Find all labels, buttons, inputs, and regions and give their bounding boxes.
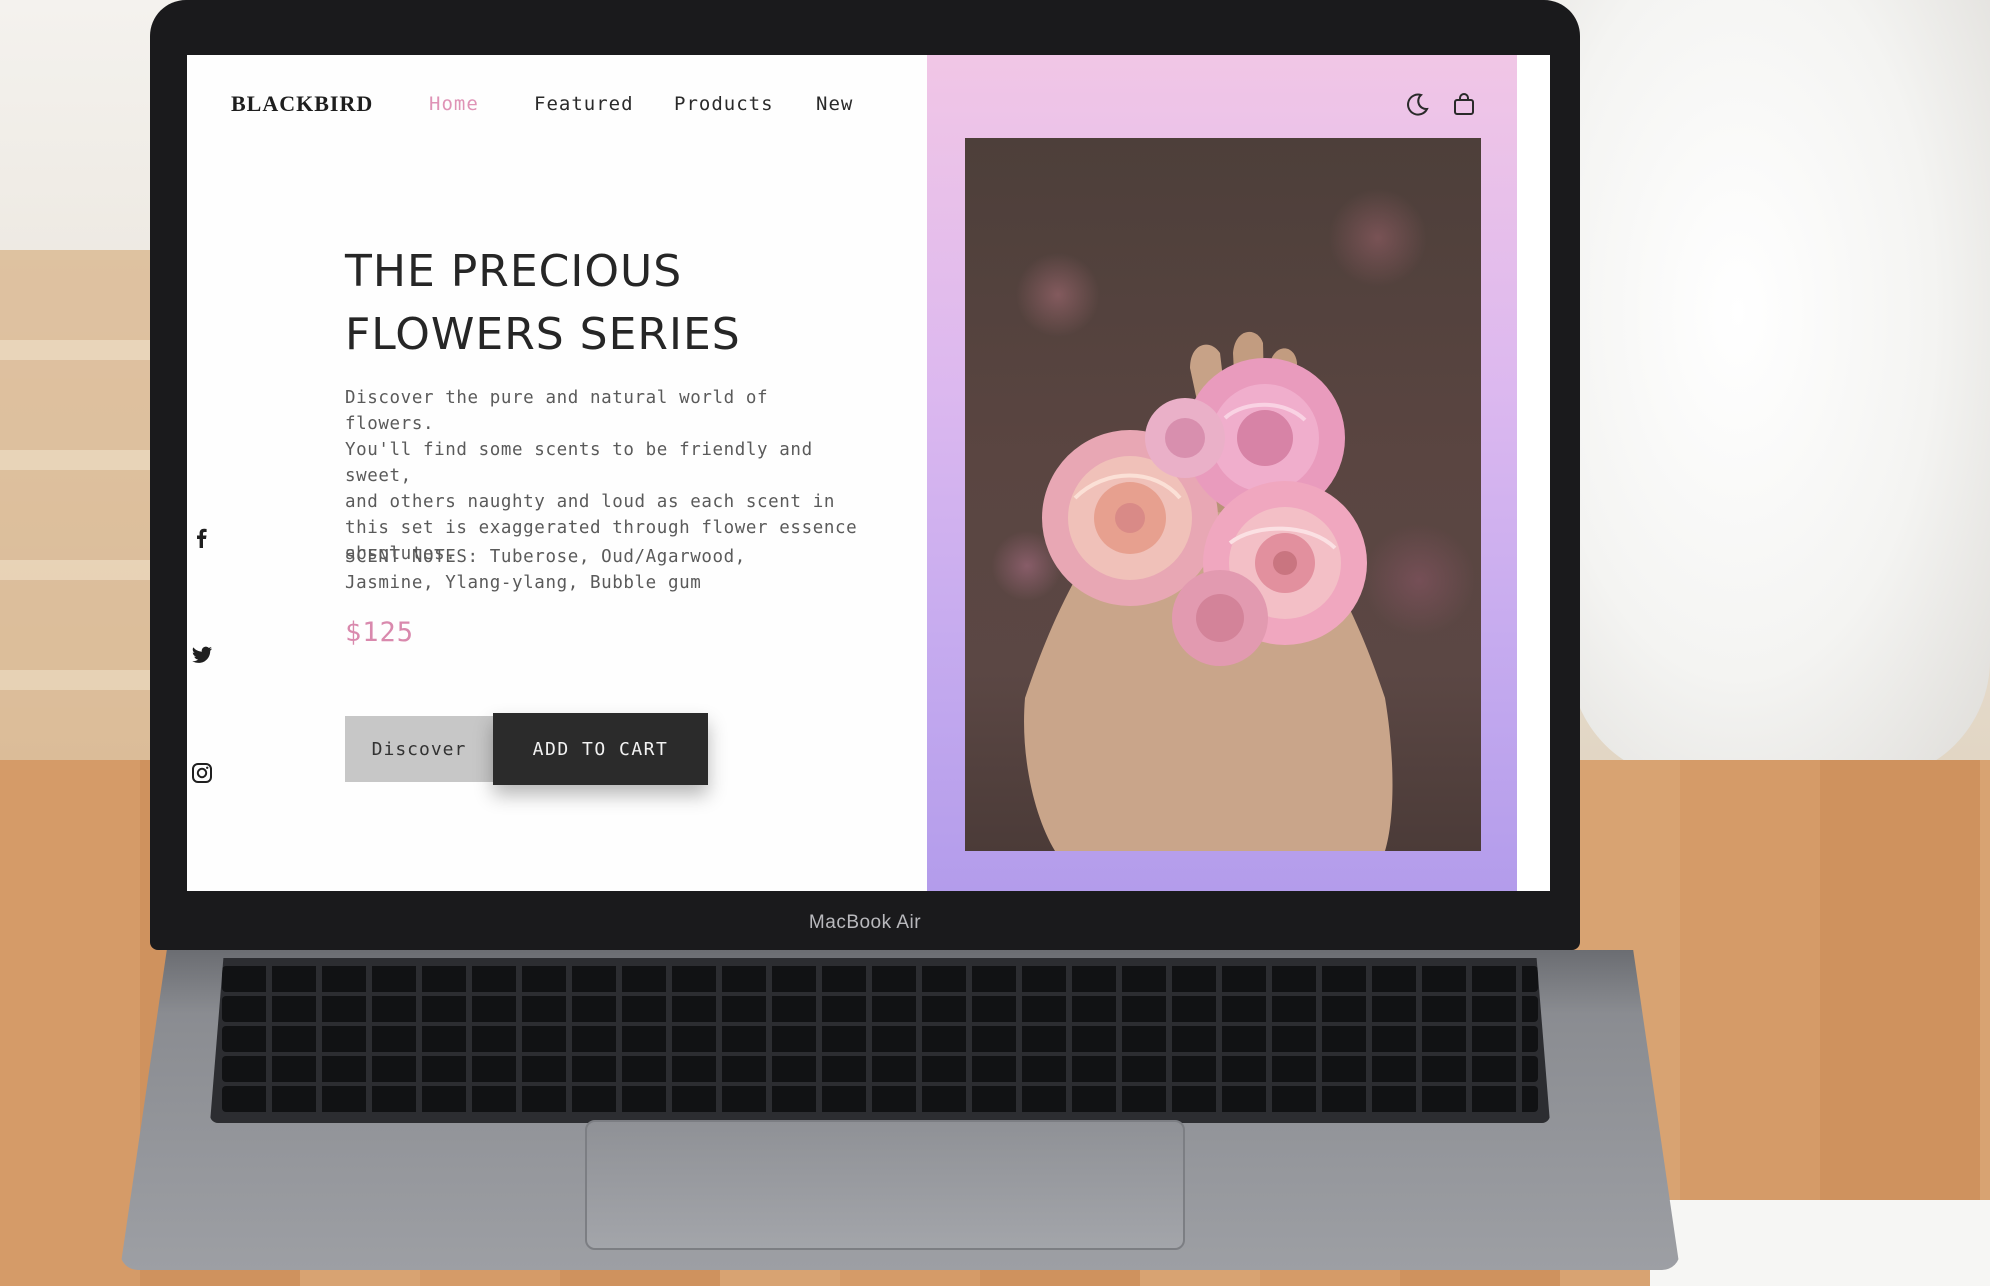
laptop-keyboard bbox=[210, 958, 1550, 1123]
discover-button[interactable]: Discover bbox=[345, 716, 493, 782]
background-vase bbox=[1570, 0, 1990, 780]
laptop-brand-label: MacBook Air bbox=[808, 912, 922, 933]
description-line: Discover the pure and natural world of f… bbox=[345, 388, 769, 434]
facebook-icon[interactable] bbox=[189, 525, 215, 551]
hero-title-line: FLOWERS SERIES bbox=[345, 309, 741, 360]
keyboard-row bbox=[222, 1026, 1538, 1052]
description-line: this set is exaggerated through flower e… bbox=[345, 518, 858, 538]
screen-edge bbox=[1517, 55, 1550, 891]
hero-description: Discover the pure and natural world of f… bbox=[345, 385, 865, 567]
twitter-icon[interactable] bbox=[189, 642, 215, 668]
hero-title: THE PRECIOUS FLOWERS SERIES bbox=[345, 240, 765, 366]
description-line: and others naughty and loud as each scen… bbox=[345, 492, 835, 512]
scent-notes-line: Jasmine, Ylang-ylang, Bubble gum bbox=[345, 573, 702, 593]
keyboard-row bbox=[222, 1056, 1538, 1082]
hand-holding-roses-illustration bbox=[1024, 331, 1393, 851]
description-line: You'll find some scents to be friendly a… bbox=[345, 440, 813, 486]
instagram-icon[interactable] bbox=[189, 760, 215, 786]
nav-featured[interactable]: Featured bbox=[534, 93, 634, 115]
add-to-cart-button[interactable]: ADD TO CART bbox=[493, 713, 708, 785]
product-price: $125 bbox=[345, 617, 415, 648]
moon-icon[interactable] bbox=[1405, 91, 1431, 117]
laptop-screen: BLACKBIRD Home Featured Products New THE… bbox=[187, 55, 1550, 891]
shopping-bag-icon[interactable] bbox=[1451, 91, 1477, 117]
keyboard-row bbox=[222, 996, 1538, 1022]
laptop-trackpad bbox=[585, 1120, 1185, 1250]
keyboard-row bbox=[222, 1086, 1538, 1112]
nav-new[interactable]: New bbox=[816, 93, 853, 115]
nav-home[interactable]: Home bbox=[429, 93, 479, 115]
hero-title-line: THE PRECIOUS bbox=[345, 246, 683, 297]
desk-paper bbox=[1650, 1200, 1990, 1286]
product-image bbox=[965, 138, 1481, 851]
keyboard-row bbox=[222, 966, 1538, 992]
scent-notes: SCENT NOTES: Tuberose, Oud/Agarwood, Jas… bbox=[345, 544, 805, 596]
scent-notes-line: SCENT NOTES: Tuberose, Oud/Agarwood, bbox=[345, 547, 746, 567]
nav-products[interactable]: Products bbox=[674, 93, 774, 115]
site-logo[interactable]: BLACKBIRD bbox=[231, 91, 373, 117]
